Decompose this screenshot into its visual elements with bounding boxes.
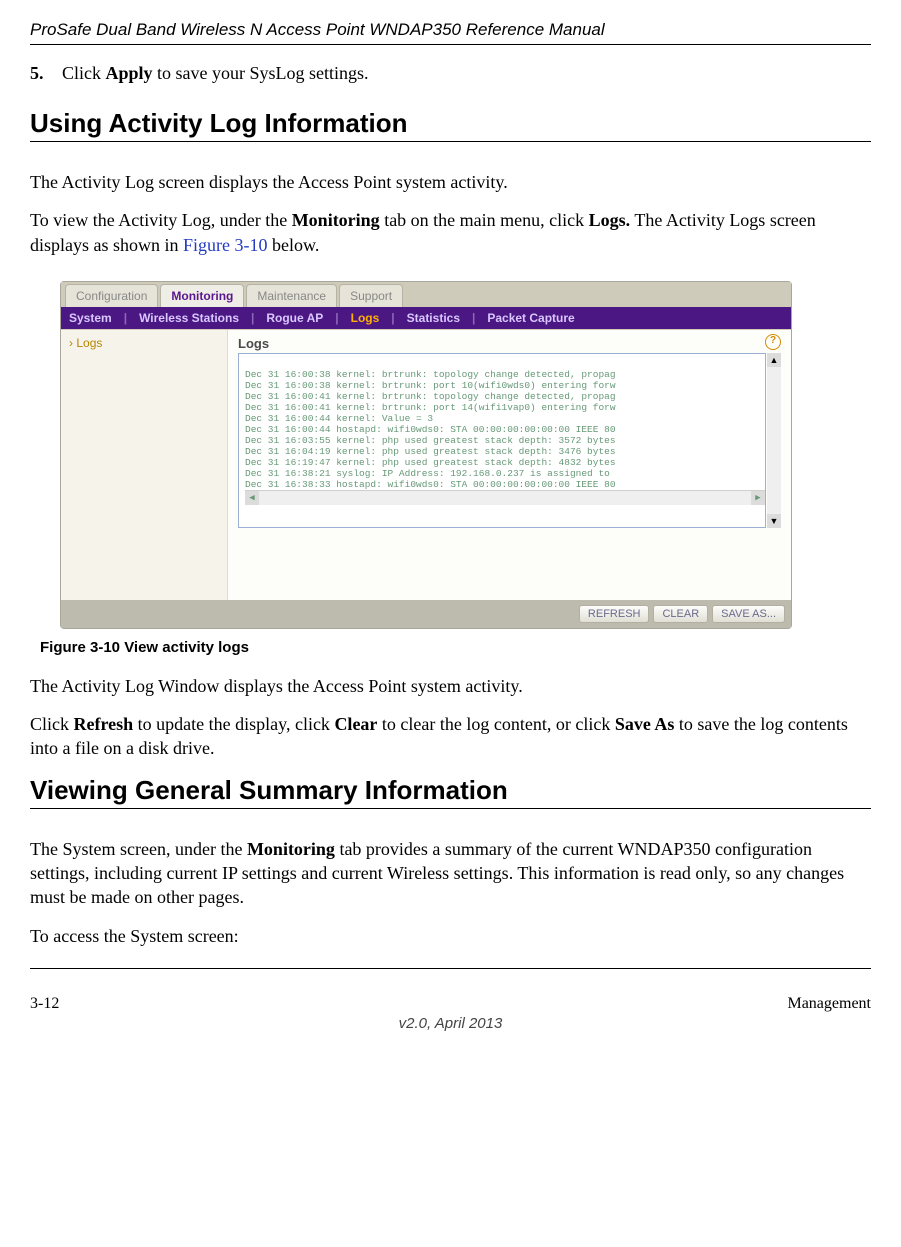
clear-button[interactable]: CLEAR xyxy=(653,605,708,623)
log-line: Dec 31 16:00:44 kernel: Value = 3 xyxy=(245,413,433,424)
monitoring-label: Monitoring xyxy=(247,839,335,859)
footer-rule xyxy=(30,968,871,969)
paragraph: To view the Activity Log, under the Moni… xyxy=(30,208,871,257)
paragraph: Click Refresh to update the display, cli… xyxy=(30,712,871,761)
divider: | xyxy=(251,311,254,325)
figure-link[interactable]: Figure 3-10 xyxy=(183,235,268,255)
scroll-left-arrow-icon[interactable]: ◀ xyxy=(245,491,259,505)
step-5: 5. Click Apply to save your SysLog setti… xyxy=(30,63,871,84)
paragraph: The Activity Log screen displays the Acc… xyxy=(30,170,871,194)
clear-label: Clear xyxy=(334,714,377,734)
sidebar: › Logs xyxy=(61,330,228,600)
section-heading-activity-log: Using Activity Log Information xyxy=(30,108,871,139)
scroll-track[interactable] xyxy=(259,491,751,505)
panel-title: Logs ? xyxy=(238,336,781,351)
text-fragment: To view the Activity Log, under the xyxy=(30,210,292,230)
saveas-label: Save As xyxy=(615,714,675,734)
running-header: ProSafe Dual Band Wireless N Access Poin… xyxy=(30,20,871,40)
text-fragment: to update the display, click xyxy=(133,714,334,734)
subtab-rogue-ap[interactable]: Rogue AP xyxy=(266,311,323,325)
log-line: Dec 31 16:00:44 hostapd: wifi0wds0: STA … xyxy=(245,424,616,435)
log-line: Dec 31 16:19:47 kernel: php used greates… xyxy=(245,457,616,468)
subtab-logs[interactable]: Logs xyxy=(351,311,380,325)
header-rule xyxy=(30,44,871,45)
logs-label: Logs. xyxy=(589,210,631,230)
log-line: Dec 31 16:00:38 kernel: brtrunk: topolog… xyxy=(245,369,616,380)
paragraph: The System screen, under the Monitoring … xyxy=(30,837,871,910)
figure-caption: Figure 3-10 View activity logs xyxy=(40,639,871,656)
log-line: Dec 31 16:38:33 hostapd: wifi0wds0: STA … xyxy=(245,479,616,490)
save-as-button[interactable]: SAVE AS... xyxy=(712,605,785,623)
step-number: 5. xyxy=(30,63,54,84)
scroll-down-arrow-icon[interactable]: ▼ xyxy=(767,514,781,528)
tab-maintenance[interactable]: Maintenance xyxy=(246,284,337,307)
refresh-label: Refresh xyxy=(74,714,134,734)
log-line: Dec 31 16:00:41 kernel: brtrunk: port 14… xyxy=(245,402,616,413)
apply-label: Apply xyxy=(106,63,153,83)
text-fragment: to clear the log content, or click xyxy=(377,714,614,734)
log-textarea[interactable]: Dec 31 16:00:38 kernel: brtrunk: topolog… xyxy=(238,353,766,528)
scrollbar-horizontal[interactable]: ◀ ▶ xyxy=(245,490,765,505)
section-rule xyxy=(30,808,871,809)
subtab-wireless-stations[interactable]: Wireless Stations xyxy=(139,311,239,325)
scrollbar-vertical[interactable]: ▲ ▼ xyxy=(767,353,781,528)
tab-configuration[interactable]: Configuration xyxy=(65,284,158,307)
log-line: Dec 31 16:04:19 kernel: php used greates… xyxy=(245,446,616,457)
scroll-track[interactable] xyxy=(767,367,781,514)
section-rule xyxy=(30,141,871,142)
scroll-right-arrow-icon[interactable]: ▶ xyxy=(751,491,765,505)
log-line: Dec 31 16:00:38 kernel: brtrunk: port 10… xyxy=(245,380,616,391)
tab-support[interactable]: Support xyxy=(339,284,403,307)
text-fragment: below. xyxy=(268,235,320,255)
sub-tabs: System | Wireless Stations | Rogue AP | … xyxy=(61,307,791,329)
log-line: Dec 31 16:38:21 syslog: IP Address: 192.… xyxy=(245,468,610,479)
monitoring-label: Monitoring xyxy=(292,210,380,230)
subtab-packet-capture[interactable]: Packet Capture xyxy=(487,311,574,325)
divider: | xyxy=(472,311,475,325)
text-fragment: tab on the main menu, click xyxy=(380,210,589,230)
divider: | xyxy=(335,311,338,325)
page-footer: 3-12 Management xyxy=(30,995,871,1013)
section-heading-general-summary: Viewing General Summary Information xyxy=(30,775,871,806)
text-fragment: to save your SysLog settings. xyxy=(153,63,369,83)
divider: | xyxy=(391,311,394,325)
text-fragment: Click xyxy=(62,63,106,83)
content-panel: Logs ? Dec 31 16:00:38 kernel: brtrunk: … xyxy=(228,330,791,600)
embedded-screenshot: Configuration Monitoring Maintenance Sup… xyxy=(60,281,792,629)
subtab-system[interactable]: System xyxy=(69,311,112,325)
subtab-statistics[interactable]: Statistics xyxy=(407,311,460,325)
help-icon[interactable]: ? xyxy=(765,334,781,350)
log-line: Dec 31 16:03:55 kernel: php used greates… xyxy=(245,435,616,446)
chapter-name: Management xyxy=(787,995,871,1013)
footer-version: v2.0, April 2013 xyxy=(30,1015,871,1032)
page-number: 3-12 xyxy=(30,995,59,1013)
paragraph: To access the System screen: xyxy=(30,924,871,948)
paragraph: The Activity Log Window displays the Acc… xyxy=(30,674,871,698)
sidebar-item-label: Logs xyxy=(76,336,102,350)
text-fragment: The System screen, under the xyxy=(30,839,247,859)
divider: | xyxy=(124,311,127,325)
refresh-button[interactable]: REFRESH xyxy=(579,605,650,623)
tab-monitoring[interactable]: Monitoring xyxy=(160,284,244,307)
scroll-up-arrow-icon[interactable]: ▲ xyxy=(767,353,781,367)
text-fragment: Click xyxy=(30,714,74,734)
top-tabs: Configuration Monitoring Maintenance Sup… xyxy=(61,282,791,307)
step-text: Click Apply to save your SysLog settings… xyxy=(62,63,369,84)
action-bar: REFRESH CLEAR SAVE AS... xyxy=(61,600,791,628)
sidebar-item-logs[interactable]: › Logs xyxy=(69,336,219,350)
log-line: Dec 31 16:00:41 kernel: brtrunk: topolog… xyxy=(245,391,616,402)
